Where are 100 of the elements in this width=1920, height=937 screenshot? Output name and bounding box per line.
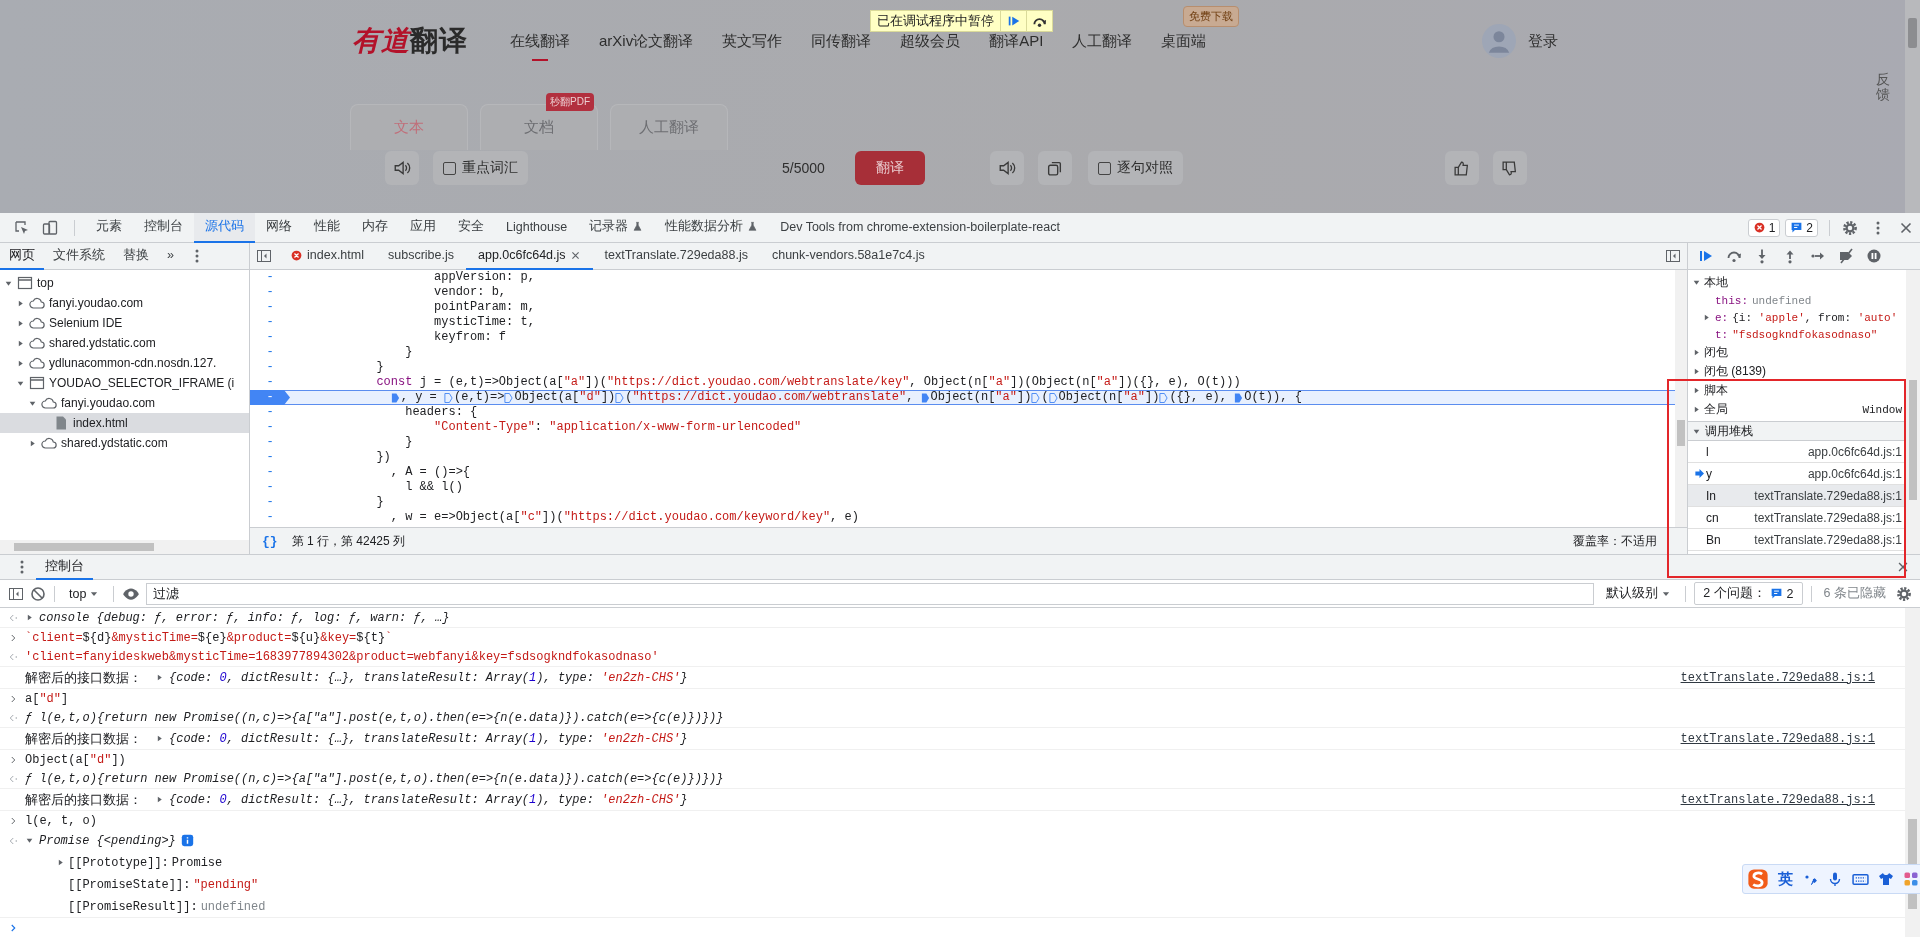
nav-link[interactable]: 翻译API: [989, 31, 1044, 61]
source-link[interactable]: textTranslate.729eda88.js:1: [1680, 670, 1875, 685]
expand-arrow-icon[interactable]: [155, 795, 164, 804]
call-frame[interactable]: In textTranslate.729eda88.js:1: [1688, 485, 1906, 507]
filter-field[interactable]: 过滤: [146, 582, 1595, 605]
sidebar-toggle-icon[interactable]: [8, 585, 24, 602]
tree-item[interactable]: fanyi.youdao.com: [0, 293, 249, 313]
navigator-tab[interactable]: 文件系统: [44, 243, 114, 270]
context-select[interactable]: top: [63, 585, 106, 602]
scrollbar[interactable]: [1905, 0, 1920, 213]
devtools-tab[interactable]: 内存: [351, 212, 399, 243]
expand-arrow-icon[interactable]: [16, 318, 25, 328]
resume-icon[interactable]: [1698, 248, 1714, 264]
nav-link[interactable]: arXiv论文翻译: [599, 31, 694, 61]
expand-arrow-icon[interactable]: [1692, 278, 1701, 287]
breakpoint-marker-icon[interactable]: [504, 391, 514, 404]
file-tab[interactable]: subscribe.js: [376, 243, 466, 270]
tree-item[interactable]: top: [0, 273, 249, 293]
expand-arrow-icon[interactable]: [16, 338, 25, 348]
speaker-button[interactable]: [989, 151, 1024, 185]
scrollbar[interactable]: [1906, 270, 1920, 554]
scope-section[interactable]: 脚本: [1688, 381, 1906, 400]
tree-item[interactable]: shared.ydstatic.com: [0, 333, 249, 353]
tree-item[interactable]: ydlunacommon-cdn.nosdn.127.: [0, 353, 249, 373]
scope-section[interactable]: 闭包 (8139): [1688, 362, 1906, 381]
thumbs-up-button[interactable]: [1444, 151, 1479, 185]
file-tab[interactable]: index.html: [278, 243, 376, 270]
scrollbar[interactable]: [0, 540, 249, 554]
expand-arrow-icon[interactable]: [16, 298, 25, 308]
ime-logo-icon[interactable]: [1747, 868, 1769, 890]
speaker-button[interactable]: [385, 151, 419, 185]
level-select[interactable]: 默认级别: [1600, 584, 1678, 603]
call-frame[interactable]: Bn textTranslate.729eda88.js:1: [1688, 529, 1906, 551]
expand-arrow-icon[interactable]: [155, 734, 164, 743]
expand-arrow-icon[interactable]: [155, 673, 164, 682]
checkbox-button[interactable]: 重点词汇: [433, 151, 528, 185]
tree-item[interactable]: YOUDAO_SELECTOR_IFRAME (i: [0, 373, 249, 393]
resume-icon[interactable]: [1006, 14, 1021, 28]
close-icon[interactable]: [1896, 560, 1910, 574]
devtools-tab[interactable]: 控制台: [133, 212, 194, 243]
settings-icon[interactable]: [1842, 219, 1858, 236]
nav-link[interactable]: 英文写作: [722, 31, 783, 61]
file-tab[interactable]: chunk-vendors.58a1e7c4.js: [759, 243, 937, 270]
checkbox-button[interactable]: 逐句对照: [1087, 151, 1183, 185]
shirt-icon[interactable]: [1878, 871, 1894, 887]
nav-link[interactable]: 同传翻译: [811, 31, 872, 61]
copy-button[interactable]: [1037, 151, 1072, 185]
object-preview[interactable]: Promise {<pending>}: [39, 833, 176, 848]
execution-marker[interactable]: -: [250, 390, 290, 405]
settings-icon[interactable]: [1896, 585, 1912, 602]
expand-arrow-icon[interactable]: [16, 358, 25, 368]
checkbox[interactable]: [1097, 161, 1111, 175]
call-frame[interactable]: l app.0c6fc64d.js:1: [1688, 441, 1906, 463]
nav-link[interactable]: 超级会员: [900, 31, 961, 61]
checkbox[interactable]: [443, 161, 456, 175]
breakpoint-marker-icon[interactable]: [920, 391, 930, 404]
issues-button[interactable]: 2 个问题： 2: [1694, 582, 1803, 605]
scope-section[interactable]: 本地: [1688, 273, 1906, 292]
pause-icon[interactable]: [1866, 248, 1882, 264]
tree-item[interactable]: index.html: [0, 413, 249, 433]
expand-arrow-icon[interactable]: [56, 858, 65, 867]
file-tab[interactable]: app.0c6fc64d.js: [466, 243, 593, 270]
nav-link[interactable]: 人工翻译: [1072, 31, 1133, 61]
breakpoint-marker-icon[interactable]: [1031, 391, 1041, 404]
navigator-tab[interactable]: 网页: [0, 243, 44, 270]
object-preview[interactable]: {code: 0, dictResult: {…}, translateResult: Array(1), type: 'en2zh-CHS'}: [169, 670, 688, 685]
nav-link[interactable]: 在线翻译: [510, 31, 570, 61]
breakpoint-marker-icon[interactable]: [444, 391, 454, 404]
translate-button[interactable]: 翻译: [854, 151, 925, 185]
scrollbar[interactable]: [1905, 608, 1920, 937]
clear-icon[interactable]: [30, 585, 46, 602]
device-icon[interactable]: [42, 219, 58, 236]
tree-item[interactable]: Selenium IDE: [0, 313, 249, 333]
drawer-tab[interactable]: 控制台: [36, 554, 93, 580]
deactivate-breakpoints-icon[interactable]: [1838, 248, 1854, 264]
expand-arrow-icon[interactable]: [1692, 367, 1701, 376]
inspect-icon[interactable]: [14, 219, 30, 236]
devtools-tab[interactable]: 源代码: [194, 212, 255, 243]
login-link[interactable]: 登录: [1528, 31, 1558, 51]
expand-arrow-icon[interactable]: [1692, 386, 1701, 395]
close-icon[interactable]: [569, 249, 581, 261]
devtools-tab[interactable]: 性能数据分析: [654, 212, 770, 243]
ime-mode[interactable]: 英: [1778, 869, 1793, 889]
tree-item[interactable]: fanyi.youdao.com: [0, 393, 249, 413]
microphone-icon[interactable]: [1827, 871, 1843, 887]
object-preview[interactable]: {code: 0, dictResult: {…}, translateResult: Array(1), type: 'en2zh-CHS'}: [169, 792, 688, 807]
devtools-tab[interactable]: 网络: [255, 212, 303, 243]
call-stack-header[interactable]: 调用堆栈: [1688, 421, 1906, 441]
breakpoint-marker-icon[interactable]: [390, 391, 400, 404]
scope-section[interactable]: 闭包: [1688, 343, 1906, 362]
expand-arrow-icon[interactable]: [1692, 405, 1701, 414]
logo-word[interactable]: 翻译: [410, 22, 468, 60]
source-link[interactable]: textTranslate.729eda88.js:1: [1680, 731, 1875, 746]
file-tab[interactable]: textTranslate.729eda88.js: [592, 243, 760, 270]
object-preview[interactable]: {code: 0, dictResult: {…}, translateResult: Array(1), type: 'en2zh-CHS'}: [169, 731, 688, 746]
tree-item[interactable]: shared.ydstatic.com: [0, 433, 249, 453]
nav-link[interactable]: 桌面端: [1161, 31, 1207, 61]
expand-arrow-icon[interactable]: [25, 613, 34, 622]
scrollbar[interactable]: [1675, 270, 1687, 527]
devtools-tab[interactable]: 安全: [447, 212, 495, 243]
